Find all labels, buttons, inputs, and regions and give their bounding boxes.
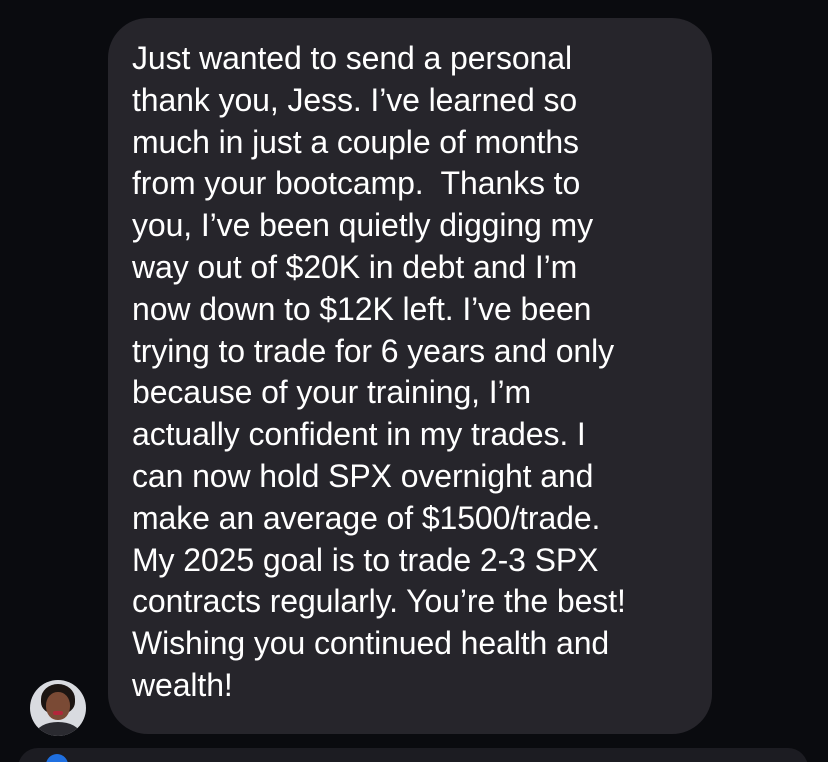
message-line: much in just a couple of months bbox=[132, 123, 579, 160]
avatar-lips bbox=[53, 711, 63, 715]
avatar-shoulders bbox=[36, 722, 80, 736]
message-composer[interactable] bbox=[18, 748, 808, 762]
message-line: contracts regularly. You’re the best! bbox=[132, 583, 626, 620]
message-line: because of your training, I’m bbox=[132, 374, 532, 411]
incoming-message-bubble[interactable]: Just wanted to send a personal thank you… bbox=[108, 18, 712, 734]
chat-screen: Just wanted to send a personal thank you… bbox=[0, 0, 828, 762]
message-line: you, I’ve been quietly digging my bbox=[132, 207, 593, 244]
blue-circle-icon[interactable] bbox=[46, 754, 68, 762]
message-line: thank you, Jess. I’ve learned so bbox=[132, 81, 578, 118]
sender-avatar[interactable] bbox=[30, 680, 86, 736]
message-line: way out of $20K in debt and I’m bbox=[132, 248, 578, 285]
message-line: Just wanted to send a personal bbox=[132, 40, 572, 76]
message-line: now down to $12K left. I’ve been bbox=[132, 290, 592, 327]
message-line: make an average of $1500/trade. bbox=[132, 499, 601, 536]
message-line: trying to trade for 6 years and only bbox=[132, 332, 614, 369]
avatar-face bbox=[46, 692, 70, 720]
message-line: actually confident in my trades. I bbox=[132, 416, 586, 453]
message-line: wealth! bbox=[132, 666, 233, 703]
message-line: from your bootcamp. Thanks to bbox=[132, 165, 581, 202]
message-line: Wishing you continued health and bbox=[132, 625, 610, 662]
message-line: My 2025 goal is to trade 2-3 SPX bbox=[132, 541, 599, 578]
message-line: can now hold SPX overnight and bbox=[132, 457, 594, 494]
